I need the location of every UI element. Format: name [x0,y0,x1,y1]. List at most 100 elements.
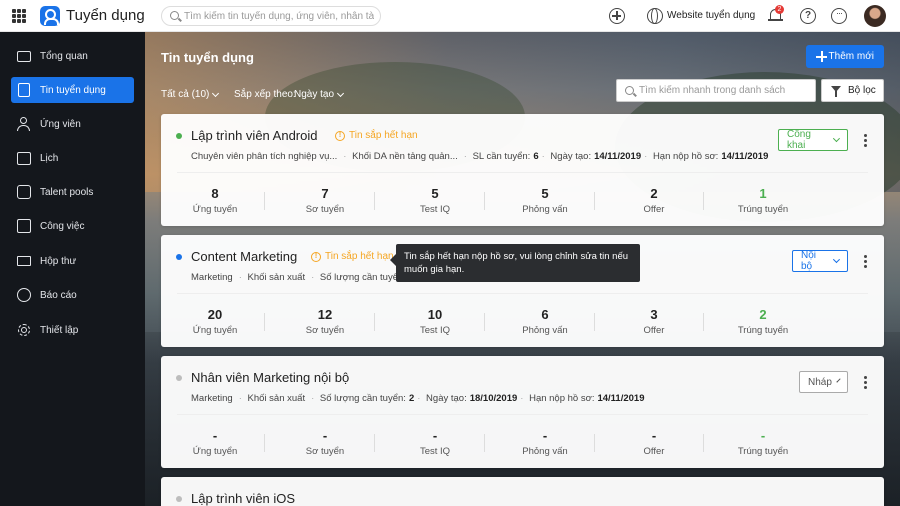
more-vertical-icon[interactable] [864,376,867,389]
sidebar-item-reports[interactable]: Báo cáo [11,282,134,308]
sidebar-item-tasks[interactable]: Công việc [11,213,134,239]
sidebar-item-talent-pools[interactable]: Talent pools [11,179,134,205]
global-search[interactable] [161,6,381,26]
created-value: 18/10/2019 [469,393,518,404]
job-title[interactable]: Lập trình viên Android [191,128,317,143]
stat-separator [698,434,704,452]
expiring-warning[interactable]: ! Tin sắp hết hạn [335,130,418,141]
stat-screening[interactable]: 7 Sơ tuyển [280,186,370,215]
job-title[interactable]: Nhân viên Marketing nội bộ [191,370,349,385]
stat-hired[interactable]: 2 Trúng tuyển [718,307,808,336]
quantity-label: Số lượng cần tuyển: [319,393,406,404]
sidebar-item-job-posts[interactable]: Tin tuyển dụng [11,77,134,103]
stat-value: 10 [427,307,443,322]
sort-label: Sắp xếp theo: [234,89,296,100]
stat-value: - [432,428,438,443]
stat-label: Sơ tuyển [305,204,345,215]
visibility-dropdown[interactable]: Nháp [799,371,848,393]
deadline-value: 14/11/2019 [597,393,645,404]
job-meta: Chuyên viên phân tích nghiệp vụ... · Khối… [191,151,769,162]
job-title[interactable]: Content Marketing [191,249,297,264]
filter-label: Bộ lọc [848,85,876,96]
more-vertical-icon[interactable] [864,134,867,147]
pipeline-stats: 8 Ứng tuyển 7 Sơ tuyển 5 Test IQ 5 Phỏng vấn… [161,186,818,216]
more-vertical-icon[interactable] [864,255,867,268]
warning-icon: ! [311,251,321,262]
stat-value: 2 [759,307,767,322]
chevron-down-icon [833,256,841,263]
pipeline-stats: - Ứng tuyển - Sơ tuyển - Test IQ - Phỏng vấn… [161,428,818,458]
job-position: Marketing [191,272,233,283]
stat-value: - [212,428,218,443]
sort-dropdown[interactable]: Ngày tạo [294,89,345,100]
job-card[interactable]: Nhân viên Marketing nội bộ Nháp Marketin… [161,356,884,468]
sidebar-item-label: Tổng quan [40,50,88,62]
global-search-input[interactable] [184,10,374,22]
sidebar-item-settings[interactable]: Thiết lập [11,317,134,343]
job-position: Chuyên viên phân tích nghiệp vụ... [191,151,338,162]
stat-separator [698,313,704,331]
stat-test-iq[interactable]: 5 Test IQ [390,186,480,215]
help-icon[interactable]: ? [800,8,816,24]
stat-applied[interactable]: - Ứng tuyển [170,428,260,457]
add-circle-icon[interactable] [609,8,625,24]
stat-interview[interactable]: 5 Phỏng vấn [500,186,590,215]
divider [177,414,868,415]
job-card[interactable]: Lập trình viên iOS [161,477,884,506]
brand-logo [40,6,60,26]
page-title: Tin tuyển dụng [161,50,254,65]
chevron-down-icon [836,378,841,383]
sidebar-item-label: Tin tuyển dụng [40,84,106,96]
stat-offer[interactable]: 2 Offer [609,186,699,215]
visibility-dropdown[interactable]: Nội bộ [792,250,848,272]
deadline-label: Hạn nộp hồ sơ: [529,393,595,404]
quick-search-input[interactable] [639,85,809,96]
stat-offer[interactable]: - Offer [609,428,699,457]
talent-pool-icon [16,184,32,200]
stat-separator [369,434,375,452]
stat-value: 5 [431,186,439,201]
stat-separator [589,192,595,210]
stat-hired[interactable]: 1 Trúng tuyển [718,186,808,215]
stat-separator [369,192,375,210]
quick-search[interactable] [616,79,816,102]
sidebar-item-label: Hộp thư [40,255,77,267]
deadline-value: 14/11/2019 [721,151,769,162]
stat-label: Offer [643,204,665,215]
expiring-warning[interactable]: ! Tin sắp hết hạn [311,251,394,262]
job-card[interactable]: Lập trình viên Android ! Tin sắp hết hạn… [161,114,884,226]
stat-screening[interactable]: 12 Sơ tuyển [280,307,370,336]
stat-hired[interactable]: - Trúng tuyển [718,428,808,457]
dashboard-icon [16,48,32,64]
stat-offer[interactable]: 3 Offer [609,307,699,336]
quantity-label: SL cần tuyển: [472,151,531,162]
more-horizontal-icon[interactable]: ··· [831,8,847,24]
stat-interview[interactable]: - Phỏng vấn [500,428,590,457]
stat-separator [589,434,595,452]
sidebar-item-mail[interactable]: Hộp thư [11,248,134,274]
stat-applied[interactable]: 8 Ứng tuyển [170,186,260,215]
report-icon [16,287,32,303]
stat-label: Test IQ [419,325,451,336]
stat-applied[interactable]: 20 Ứng tuyển [170,307,260,336]
sidebar-item-overview[interactable]: Tổng quan [11,43,134,69]
stat-interview[interactable]: 6 Phỏng vấn [500,307,590,336]
filter-button[interactable]: Bộ lọc [821,79,884,102]
stat-test-iq[interactable]: 10 Test IQ [390,307,480,336]
stat-screening[interactable]: - Sơ tuyển [280,428,370,457]
sidebar-item-candidates[interactable]: Ứng viên [11,111,134,137]
filter-all-dropdown[interactable]: Tất cả (10) [161,89,220,100]
sidebar-item-calendar[interactable]: Lịch [11,145,134,171]
website-link[interactable]: Website tuyển dụng [667,10,755,21]
apps-grid-icon[interactable] [12,9,26,23]
stat-value: 6 [541,307,549,322]
stat-test-iq[interactable]: - Test IQ [390,428,480,457]
add-new-button[interactable]: Thêm mới [806,45,884,68]
job-post-icon [16,82,32,98]
globe-icon[interactable] [647,8,663,24]
avatar[interactable] [864,5,886,27]
job-title[interactable]: Lập trình viên iOS [191,491,295,506]
stat-separator [589,313,595,331]
stat-value: - [322,428,328,443]
visibility-dropdown[interactable]: Công khai [778,129,848,151]
